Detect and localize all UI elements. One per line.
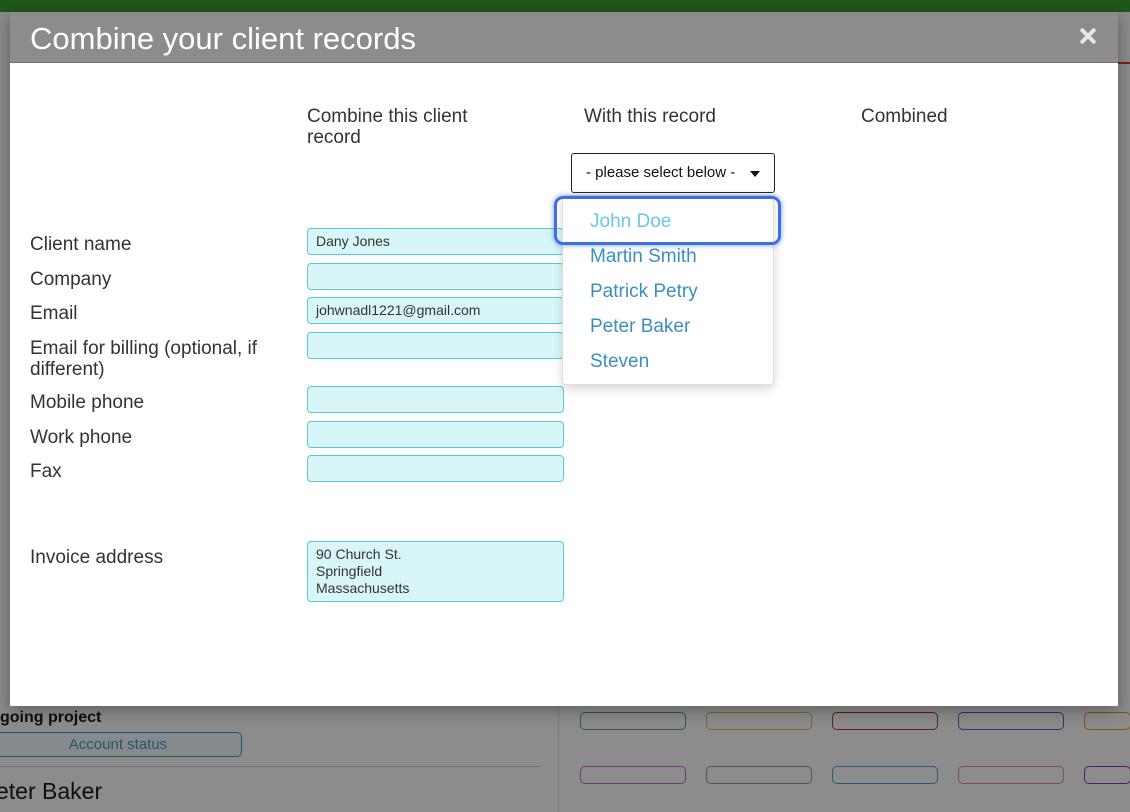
address-line: Massachusetts — [316, 580, 410, 596]
option-patrick-petry[interactable]: Patrick Petry — [590, 281, 698, 303]
label-email: Email — [30, 303, 78, 324]
label-client-name: Client name — [30, 234, 132, 255]
label-fax: Fax — [30, 461, 62, 482]
caret-down-icon — [750, 171, 760, 177]
invoice-address-field[interactable]: 90 Church St. Springfield Massachusetts — [307, 541, 564, 602]
column-header-source: Combine this client record — [307, 106, 468, 148]
option-steven[interactable]: Steven — [590, 351, 649, 373]
column-header-combined: Combined — [861, 106, 948, 127]
label-mobile-phone: Mobile phone — [30, 392, 145, 413]
label-invoice-address: Invoice address — [30, 547, 164, 568]
record-select-menu: John Doe Martin Smith Patrick Petry Pete… — [562, 195, 774, 385]
email-field[interactable]: johwnadl1221@gmail.com — [307, 297, 564, 324]
column-header-target: With this record — [584, 106, 716, 127]
fax-field[interactable] — [307, 455, 564, 482]
work-phone-field[interactable] — [307, 421, 564, 448]
address-line: 90 Church St. — [316, 546, 402, 562]
label-billing-email: Email for billing (optional, if differen… — [30, 338, 258, 380]
mobile-phone-field[interactable] — [307, 386, 564, 413]
company-field[interactable] — [307, 263, 564, 290]
label-company: Company — [30, 269, 112, 290]
combine-records-modal: Combine your client records Combine this… — [10, 12, 1118, 706]
modal-title: Combine your client records — [30, 21, 416, 56]
billing-email-field[interactable] — [307, 332, 564, 359]
client-name-field[interactable]: Dany Jones — [307, 228, 564, 255]
record-select-dropdown[interactable]: - please select below - — [571, 153, 775, 193]
select-placeholder: - please select below - — [586, 164, 736, 181]
option-martin-smith[interactable]: Martin Smith — [590, 246, 697, 268]
option-peter-baker[interactable]: Peter Baker — [590, 316, 690, 338]
close-icon[interactable] — [1076, 24, 1100, 48]
address-line: Springfield — [316, 563, 383, 579]
option-john-doe[interactable]: John Doe — [590, 211, 671, 233]
modal-header: Combine your client records — [10, 12, 1118, 63]
label-work-phone: Work phone — [30, 427, 133, 448]
